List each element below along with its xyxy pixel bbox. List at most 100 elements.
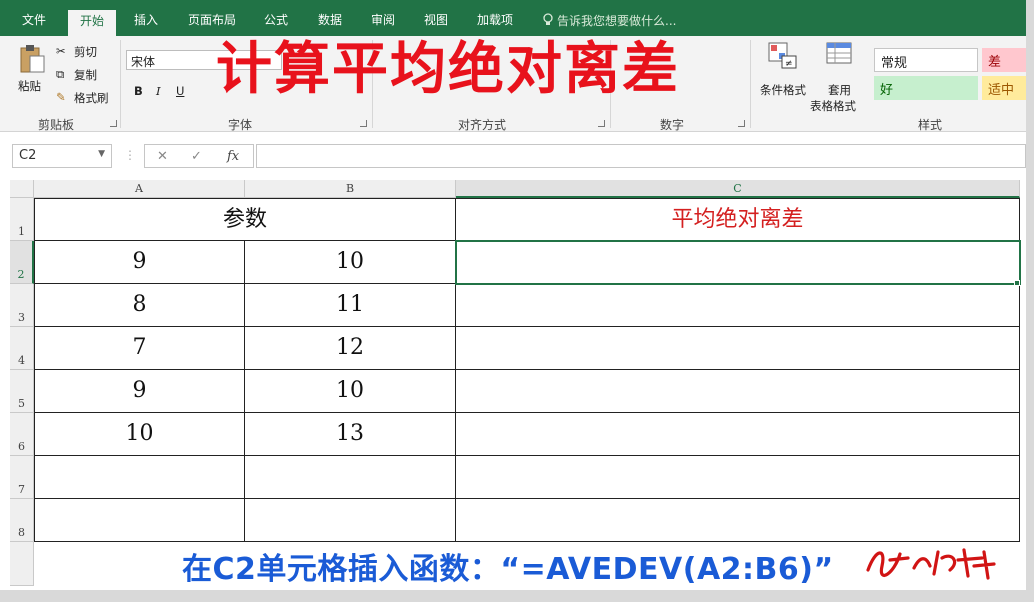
- tab-review[interactable]: 审阅: [371, 12, 395, 28]
- cell-c5[interactable]: [456, 370, 1020, 413]
- overlay-title: 计算平均绝对离差: [216, 37, 680, 102]
- italic-button[interactable]: I: [156, 84, 161, 98]
- name-box[interactable]: C2 ▼: [12, 144, 112, 168]
- cell-c1[interactable]: 平均绝对离差: [456, 198, 1020, 241]
- row-header-1[interactable]: 1: [10, 198, 34, 241]
- paste-icon: [20, 45, 45, 73]
- column-header-b[interactable]: B: [245, 180, 456, 198]
- cell-b5[interactable]: 10: [245, 370, 456, 413]
- clipboard-launcher-icon[interactable]: [110, 120, 117, 127]
- style-normal[interactable]: 常规: [874, 48, 978, 72]
- row-header-4[interactable]: 4: [10, 327, 34, 370]
- cell-a4[interactable]: 7: [34, 327, 245, 370]
- tell-me-search[interactable]: 告诉我您想要做什么...: [542, 12, 676, 29]
- cell-a3[interactable]: 8: [34, 284, 245, 327]
- row-number: 7: [18, 483, 25, 496]
- tab-insert[interactable]: 插入: [134, 12, 158, 28]
- window-shadow-bottom: [0, 590, 1034, 602]
- tell-me-text: 告诉我您想要做什么...: [557, 14, 677, 28]
- formula-input[interactable]: [256, 144, 1026, 168]
- formula-bar: C2 ▼ ⋮ ✕ ✓ fx: [0, 132, 1034, 178]
- selected-cell-border: [455, 240, 1021, 285]
- row-number: 5: [18, 397, 25, 410]
- format-painter-label: 格式刷: [74, 91, 109, 105]
- style-good[interactable]: 好: [874, 76, 978, 100]
- signature-logo: [864, 540, 1014, 592]
- cell-a2[interactable]: 9: [34, 241, 245, 284]
- svg-text:≠: ≠: [785, 59, 793, 69]
- row-number: 2: [17, 268, 25, 281]
- tab-page-layout[interactable]: 页面布局: [188, 12, 236, 28]
- paste-label: 粘贴: [18, 79, 41, 93]
- cut-label: 剪切: [74, 45, 97, 59]
- number-launcher-icon[interactable]: [738, 120, 745, 127]
- style-neutral[interactable]: 适中: [982, 76, 1026, 100]
- table-format-label-2: 表格格式: [810, 99, 856, 113]
- window-shadow-right: [1026, 0, 1034, 602]
- row-header-2[interactable]: 2: [10, 241, 34, 284]
- cell-b4[interactable]: 12: [245, 327, 456, 370]
- row-header-9[interactable]: [10, 542, 34, 586]
- cell-c4[interactable]: [456, 327, 1020, 370]
- bold-button[interactable]: B: [134, 84, 143, 98]
- cell-b8[interactable]: [245, 499, 456, 542]
- group-divider: [750, 40, 751, 128]
- cell-c3[interactable]: [456, 284, 1020, 327]
- insert-function-icon[interactable]: fx: [227, 149, 239, 164]
- column-header-c[interactable]: C: [456, 180, 1020, 198]
- format-as-table-button[interactable]: 套用 表格格式: [810, 42, 870, 113]
- tab-home[interactable]: 开始: [68, 10, 117, 36]
- row-header-6[interactable]: 6: [10, 413, 34, 456]
- table-format-label-1: 套用: [828, 83, 851, 97]
- cell-a1-merged[interactable]: 参数: [34, 198, 456, 241]
- row-header-3[interactable]: 3: [10, 284, 34, 327]
- enter-icon[interactable]: ✓: [191, 149, 202, 164]
- column-header-a[interactable]: A: [34, 180, 245, 198]
- font-launcher-icon[interactable]: [360, 120, 367, 127]
- tab-formulas[interactable]: 公式: [264, 12, 288, 28]
- style-neutral-label: 适中: [988, 83, 1015, 98]
- conditional-format-button[interactable]: ≠ 条件格式: [760, 42, 810, 102]
- row-header-7[interactable]: 7: [10, 456, 34, 499]
- cell-c6[interactable]: [456, 413, 1020, 456]
- row-header-5[interactable]: 5: [10, 370, 34, 413]
- more-icon: ⋮: [124, 148, 136, 162]
- cell-a6[interactable]: 10: [34, 413, 245, 456]
- font-name-value: 宋体: [131, 55, 156, 69]
- cell-c7[interactable]: [456, 456, 1020, 499]
- ribbon-tab-bar: 文件 开始 插入 页面布局 公式 数据 审阅 视图 加载项 告诉我您想要做什么.…: [0, 0, 1034, 36]
- row-number: 3: [18, 311, 25, 324]
- brush-icon: ✎: [56, 90, 66, 104]
- clipboard-group-label: 剪贴板: [38, 118, 75, 132]
- cell-c8[interactable]: [456, 499, 1020, 542]
- style-good-label: 好: [880, 83, 894, 98]
- cell-b6[interactable]: 13: [245, 413, 456, 456]
- tab-data[interactable]: 数据: [318, 12, 342, 28]
- cell-b7[interactable]: [245, 456, 456, 499]
- underline-button[interactable]: U: [176, 84, 184, 98]
- table-format-icon: [826, 42, 852, 64]
- cell-b3[interactable]: 11: [245, 284, 456, 327]
- row-number: 1: [18, 225, 25, 238]
- style-bad[interactable]: 差: [982, 48, 1026, 72]
- cell-a8[interactable]: [34, 499, 245, 542]
- copy-icon: ⧉: [56, 67, 65, 81]
- alignment-group-label: 对齐方式: [458, 118, 507, 132]
- tab-view[interactable]: 视图: [424, 12, 448, 28]
- tab-file[interactable]: 文件: [22, 12, 46, 28]
- row-header-8[interactable]: 8: [10, 499, 34, 542]
- chevron-down-icon: ▼: [98, 149, 105, 159]
- cell-a7[interactable]: [34, 456, 245, 499]
- cell-a5[interactable]: 9: [34, 370, 245, 413]
- tab-addins[interactable]: 加载项: [477, 12, 513, 28]
- paste-button[interactable]: 粘贴: [16, 44, 48, 106]
- alignment-launcher-icon[interactable]: [598, 120, 605, 127]
- fill-handle[interactable]: [1014, 280, 1020, 286]
- row-number: 8: [18, 526, 25, 539]
- cell-b2[interactable]: 10: [245, 241, 456, 284]
- group-divider: [120, 40, 121, 128]
- styles-group-label: 样式: [918, 118, 943, 132]
- style-normal-label: 常规: [881, 56, 908, 71]
- cancel-icon[interactable]: ✕: [157, 149, 168, 164]
- select-all-corner[interactable]: [10, 180, 34, 198]
